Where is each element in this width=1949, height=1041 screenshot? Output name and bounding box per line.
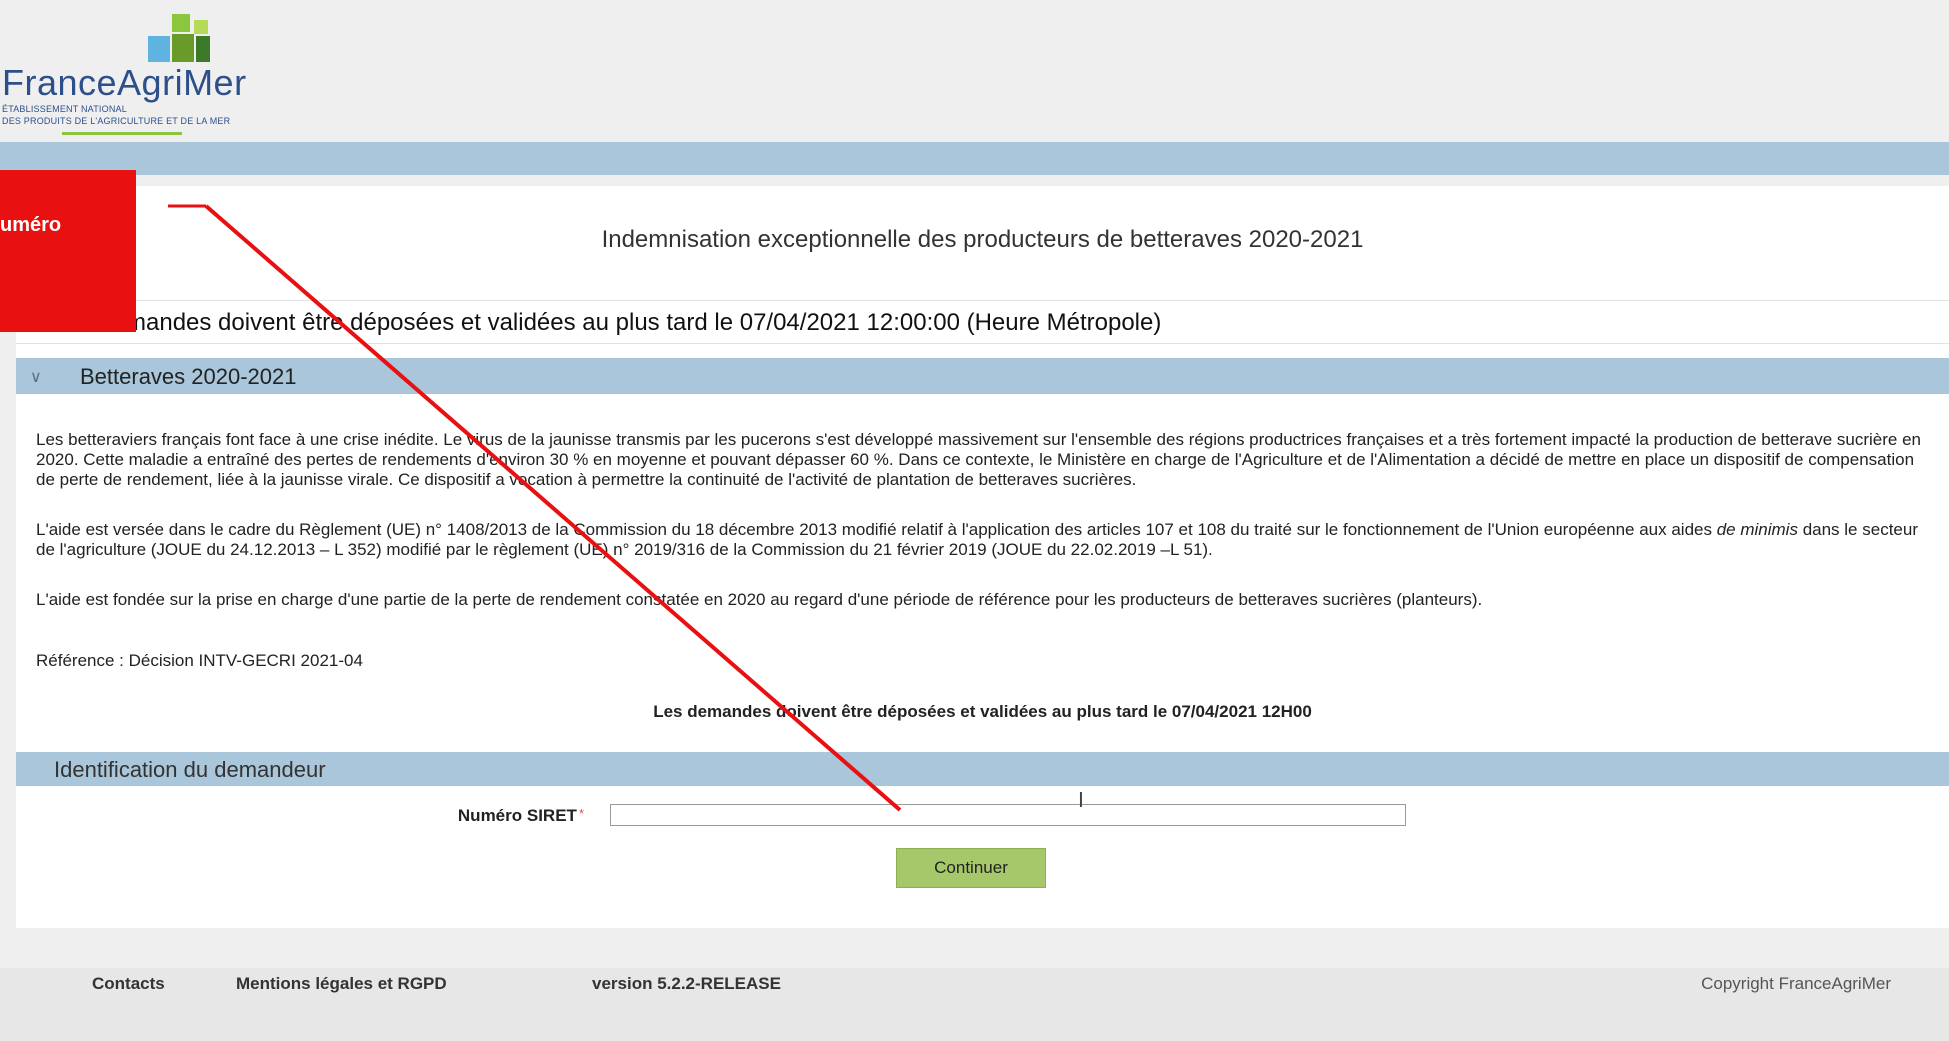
- paragraph-context: Les betteraviers français font face à un…: [36, 430, 1922, 489]
- paragraph-regulation-part1: L'aide est versée dans le cadre du Règle…: [36, 520, 1717, 539]
- header: FranceAgriMer ÉTABLISSEMENT NATIONAL DES…: [0, 0, 1949, 140]
- page-title: Indemnisation exceptionnelle des product…: [601, 226, 1364, 253]
- logo-subtitle-1: ÉTABLISSEMENT NATIONAL: [2, 104, 127, 114]
- deadline-banner: mandes doivent être déposées et validées…: [16, 300, 1949, 344]
- siret-input[interactable]: [610, 804, 1406, 826]
- logo-name: FranceAgriMer: [2, 62, 247, 103]
- text-cursor-icon: I: [1078, 788, 1084, 812]
- logo-underline: [62, 132, 182, 135]
- section-title-betteraves: Betteraves 2020-2021: [80, 364, 297, 389]
- siret-label: Numéro SIRET *: [386, 806, 584, 826]
- footer: Contacts Mentions légales et RGPD versio…: [0, 968, 1949, 1041]
- footer-copyright: Copyright FranceAgriMer: [1701, 974, 1891, 993]
- footer-version: version 5.2.2-RELEASE: [592, 974, 781, 993]
- paragraph-regulation: L'aide est versée dans le cadre du Règle…: [36, 520, 1936, 560]
- section-header-identification: Identification du demandeur: [16, 752, 1949, 786]
- siret-label-text: Numéro SIRET: [457, 806, 577, 825]
- continue-button[interactable]: Continuer: [896, 848, 1046, 888]
- paragraph-reference: Référence : Décision INTV-GECRI 2021-04: [36, 651, 363, 670]
- footer-link-contacts[interactable]: Contacts: [92, 974, 165, 994]
- deadline-banner-text: mandes doivent être déposées et validées…: [126, 309, 1162, 336]
- main-content: Indemnisation exceptionnelle des product…: [16, 186, 1949, 928]
- required-mark: *: [578, 806, 584, 821]
- annotation-callout: uméro: [0, 170, 136, 332]
- top-nav-bar: [0, 142, 1949, 175]
- section-header-betteraves[interactable]: ∨ Betteraves 2020-2021: [16, 358, 1949, 394]
- footer-link-legal[interactable]: Mentions légales et RGPD: [236, 974, 447, 994]
- logo-subtitle-2: DES PRODUITS DE L'AGRICULTURE ET DE LA M…: [2, 116, 231, 126]
- paragraph-regulation-italic: de minimis: [1716, 520, 1798, 539]
- paragraph-aid-basis: L'aide est fondée sur la prise en charge…: [36, 590, 1483, 609]
- annotation-callout-text: uméro: [0, 214, 62, 236]
- section-title-identification: Identification du demandeur: [54, 757, 326, 782]
- deadline-notice: Les demandes doivent être déposées et va…: [653, 702, 1312, 721]
- chevron-down-icon[interactable]: ∨: [30, 367, 42, 387]
